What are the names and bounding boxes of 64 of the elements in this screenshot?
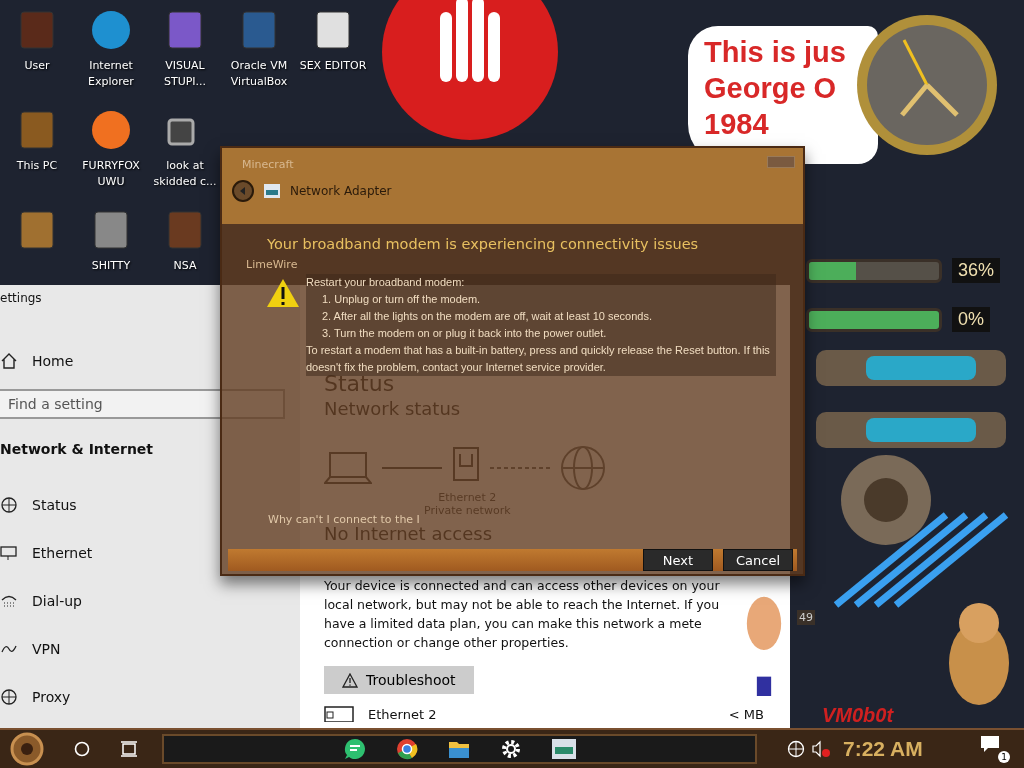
globe-icon (0, 496, 18, 514)
nav-item[interactable]: Ethernet (0, 529, 300, 577)
fox-icon[interactable] (89, 108, 133, 152)
section-heading: Network & Internet (0, 441, 155, 457)
instruction-step: 3. Turn the modem on or plug it back into the power outlet. (306, 325, 776, 342)
home-icon (0, 352, 18, 370)
globe-icon (0, 688, 18, 706)
status-description: connection or change other properties. (324, 634, 569, 652)
ethernet-icon (324, 706, 354, 722)
home-nav-item[interactable]: Home (0, 343, 300, 379)
network-adapter-icon (264, 184, 280, 198)
window-title: ettings (0, 290, 42, 305)
settings-icon[interactable] (499, 738, 522, 760)
globe-icon[interactable] (787, 740, 805, 758)
dialog-title: Network Adapter (290, 184, 392, 198)
desktop-icon-label[interactable]: User (24, 58, 50, 74)
warning-icon (342, 672, 358, 688)
meter-reading: 36% (952, 258, 1001, 283)
muted-speaker-icon[interactable] (811, 740, 831, 758)
troubleshoot-button[interactable]: Troubleshoot (324, 666, 474, 694)
clock-time[interactable]: 7:22 AM (843, 737, 923, 761)
desktop-icon-label[interactable]: VISUAL STUPI... (149, 58, 221, 90)
speech-bubble-icon (980, 735, 1002, 755)
gauge-number: 49 (797, 610, 815, 625)
warning-icon (266, 278, 300, 308)
desktop-icon-label[interactable]: This PC (16, 158, 58, 174)
desktop-icon-label[interactable]: SEX EDITOR (299, 58, 367, 74)
instruction-text: To restart a modem that has a built-in battery, press and quickly release the Reset button. If this doesn't fix the problem, contact your Internet service provider. (306, 343, 771, 375)
instruction-text: Restart your broadband modem: (306, 275, 466, 290)
gear-icon[interactable] (10, 732, 44, 766)
overlay-text: VM0b0t (822, 704, 894, 727)
browser-icon[interactable] (395, 738, 418, 760)
nav-item[interactable]: Dial-up (0, 577, 300, 625)
desktop-icon-label[interactable]: NSA (173, 258, 197, 274)
desktop-icon-label: Minecraft (242, 158, 294, 171)
chat-icon[interactable] (343, 738, 366, 760)
notification-button[interactable]: 1 (980, 735, 1010, 763)
folder-icon[interactable] (447, 739, 470, 759)
banner-text: George O (704, 71, 838, 106)
meter-reading: 0% (952, 307, 990, 332)
monitor-icon (0, 544, 18, 562)
dialog-heading: Your broadband modem is experiencing connectivity issues (267, 236, 699, 252)
desktop-icon-label[interactable]: look at skidded c... (149, 158, 221, 190)
cancel-button[interactable]: Cancel (723, 549, 793, 571)
desktop-icon-label[interactable]: SHITTY (91, 258, 131, 274)
next-button[interactable]: Next (643, 549, 713, 571)
banner-text: This is jus (704, 35, 847, 70)
nav-item[interactable]: Proxy (0, 673, 300, 721)
adapter-name: Ethernet 2 (368, 706, 437, 722)
desktop-icon-label[interactable]: FURRYFOX UWU (75, 158, 147, 190)
instruction-step: 2. After all the lights on the modem are off, wait at least 10 seconds. (306, 308, 776, 325)
desktop-icon-label: LimeWire (246, 258, 298, 271)
desktop-icon-label[interactable]: Oracle VM VirtualBox (223, 58, 295, 90)
instruction-step: 1. Unplug or turn off the modem. (306, 291, 776, 308)
nav-item[interactable]: VPN (0, 625, 300, 673)
desktop-icon-label[interactable]: Internet Explorer (75, 58, 147, 90)
help-link[interactable]: Why can't I connect to the I (268, 513, 420, 526)
task-view-icon[interactable] (120, 741, 138, 757)
search-circle-icon[interactable] (74, 741, 90, 757)
back-arrow-icon (238, 186, 248, 196)
notification-count: 1 (998, 751, 1010, 763)
network-adapter-icon[interactable] (551, 739, 576, 759)
data-usage: < MB (728, 706, 764, 722)
banner-text: 1984 (704, 107, 770, 142)
